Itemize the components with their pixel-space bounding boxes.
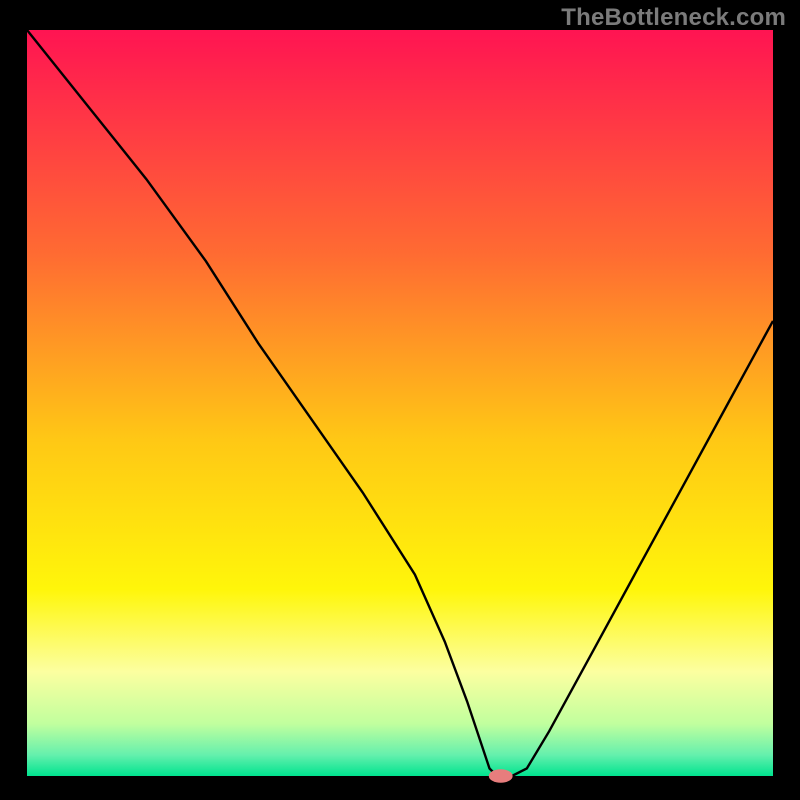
optimal-point-marker: [489, 769, 513, 782]
plot-background: [27, 30, 773, 776]
watermark-text: TheBottleneck.com: [561, 4, 786, 32]
bottleneck-chart: [0, 0, 800, 800]
